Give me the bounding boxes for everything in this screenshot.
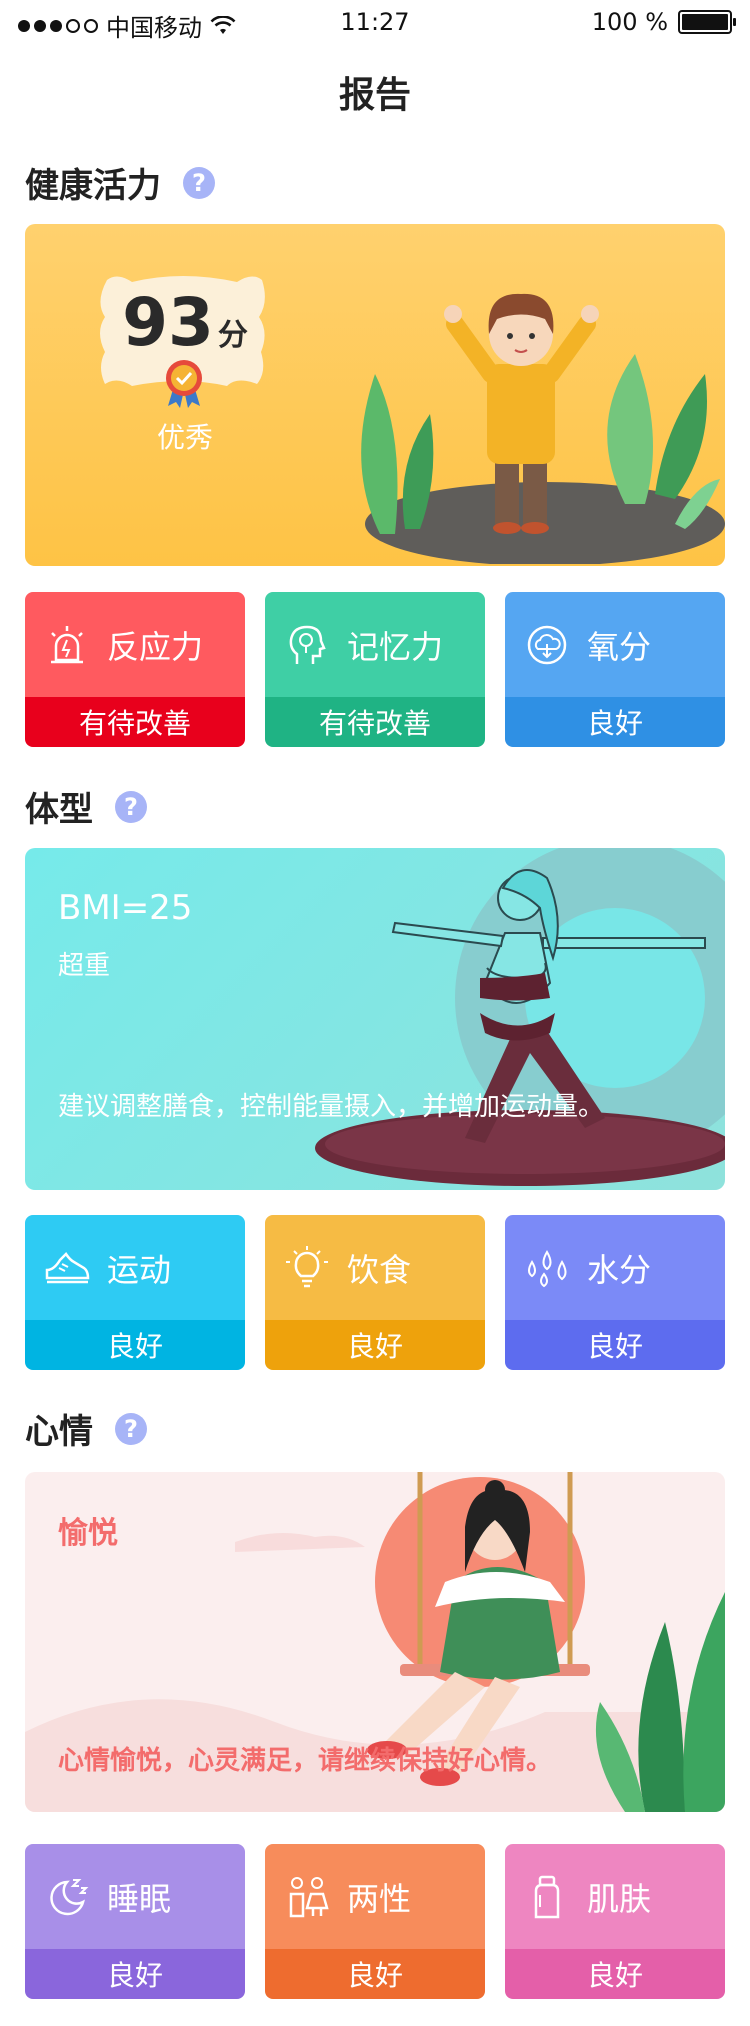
alarm-light-icon — [43, 621, 91, 669]
section-health-header: 健康活力 ? — [25, 158, 215, 207]
lotion-tube-icon — [523, 1873, 571, 1921]
mood-advice: 心情愉悦，心灵满足，请继续保持好心情。 — [58, 1746, 553, 1776]
battery-percent: 100 % — [591, 8, 668, 36]
page-title: 报告 — [338, 75, 411, 116]
section-body-header: 体型 ? — [25, 782, 147, 831]
tile-diet-status: 良好 — [265, 1320, 485, 1370]
tile-oxygen[interactable]: 氧分 良好 — [505, 592, 725, 747]
tile-diet[interactable]: 饮食 良好 — [265, 1215, 485, 1370]
tile-memory[interactable]: 记忆力 有待改善 — [265, 592, 485, 747]
tile-water-status: 良好 — [505, 1320, 725, 1370]
tile-skin-top: 肌肤 — [505, 1844, 725, 1949]
body-advice: 建议调整膳食，控制能量摄入，并增加运动量。 — [58, 1092, 605, 1122]
tile-exercise[interactable]: 运动 良好 — [25, 1215, 245, 1370]
tile-gender-label: 两性 — [347, 1879, 412, 1918]
body-bmi-card[interactable]: BMI=25 超重 建议调整膳食，控制能量摄入，并增加运动量。 — [25, 848, 725, 1190]
lightbulb-icon — [283, 1244, 331, 1292]
tile-skin[interactable]: 肌肤 良好 — [505, 1844, 725, 1999]
section-mood-header: 心情 ? — [25, 1404, 147, 1453]
bmi-category: 超重 — [58, 951, 111, 981]
battery-icon — [678, 10, 736, 34]
tile-sleep-top: 睡眠 — [25, 1844, 245, 1949]
tile-water-label: 水分 — [587, 1250, 652, 1289]
tile-memory-status: 有待改善 — [265, 697, 485, 747]
bmi-value: BMI=25 — [58, 888, 193, 928]
tile-memory-label: 记忆力 — [347, 627, 444, 666]
section-health-title: 健康活力 — [25, 166, 161, 206]
status-right: 100 % — [591, 8, 736, 36]
tile-memory-top: 记忆力 — [265, 592, 485, 697]
tile-exercise-label: 运动 — [107, 1250, 172, 1289]
mood-help-icon[interactable]: ? — [115, 1412, 147, 1445]
gender-people-icon — [283, 1873, 331, 1921]
oxygen-cloud-icon — [523, 621, 571, 669]
tile-reaction-label: 反应力 — [107, 627, 204, 666]
mood-state: 愉悦 — [58, 1516, 118, 1551]
section-body-title: 体型 — [25, 790, 93, 830]
tile-gender[interactable]: 两性 良好 — [265, 1844, 485, 1999]
tile-water[interactable]: 水分 良好 — [505, 1215, 725, 1370]
score-unit: 分 — [217, 318, 248, 353]
tile-reaction-status: 有待改善 — [25, 697, 245, 747]
tile-skin-status: 良好 — [505, 1949, 725, 1999]
moon-sleep-icon — [43, 1873, 91, 1921]
body-help-icon[interactable]: ? — [115, 790, 147, 823]
tile-sleep-status: 良好 — [25, 1949, 245, 1999]
score-level: 优秀 — [156, 421, 213, 454]
section-mood-title: 心情 — [25, 1412, 93, 1452]
tile-exercise-status: 良好 — [25, 1320, 245, 1370]
water-drops-icon — [523, 1244, 571, 1292]
status-bar: 中国移动 11:27 100 % — [0, 0, 750, 44]
tile-gender-top: 两性 — [265, 1844, 485, 1949]
tile-skin-label: 肌肤 — [587, 1879, 652, 1918]
tile-diet-top: 饮食 — [265, 1215, 485, 1320]
mood-card[interactable]: 愉悦 心情愉悦，心灵满足，请继续保持好心情。 — [25, 1472, 725, 1812]
tile-oxygen-status: 良好 — [505, 697, 725, 747]
tile-oxygen-label: 氧分 — [587, 627, 652, 666]
score-display: 93 分 — [100, 284, 270, 361]
sneaker-icon — [43, 1244, 91, 1292]
tile-diet-label: 饮食 — [347, 1250, 412, 1289]
tile-reaction[interactable]: 反应力 有待改善 — [25, 592, 245, 747]
score-value: 93 — [122, 284, 214, 361]
girl-cheering-illustration — [361, 293, 725, 564]
tile-reaction-top: 反应力 — [25, 592, 245, 697]
tile-water-top: 水分 — [505, 1215, 725, 1320]
brain-head-icon — [283, 621, 331, 669]
tile-sleep-label: 睡眠 — [107, 1879, 172, 1918]
tile-sleep[interactable]: 睡眠 良好 — [25, 1844, 245, 1999]
health-score-card[interactable]: 93 分 优秀 — [25, 224, 725, 566]
tile-oxygen-top: 氧分 — [505, 592, 725, 697]
health-help-icon[interactable]: ? — [183, 166, 215, 199]
tile-gender-status: 良好 — [265, 1949, 485, 1999]
tile-exercise-top: 运动 — [25, 1215, 245, 1320]
medal-icon — [166, 360, 202, 408]
